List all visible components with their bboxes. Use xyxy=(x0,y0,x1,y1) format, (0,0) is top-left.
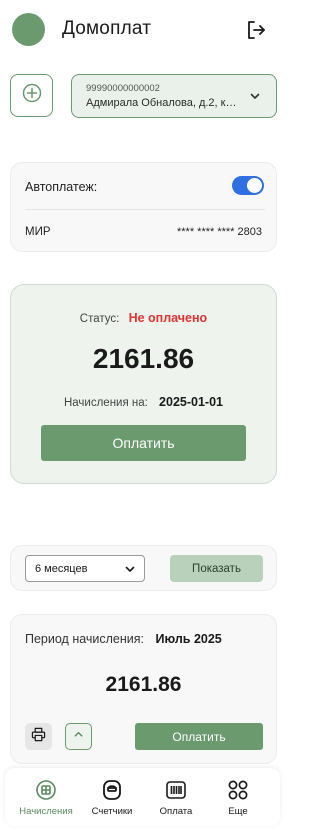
plus-circle-icon xyxy=(22,83,42,108)
chevron-up-icon xyxy=(72,728,85,746)
tab-label: Счетчики xyxy=(91,806,133,817)
bill-period-value: Июль 2025 xyxy=(155,632,222,646)
printer-icon xyxy=(31,727,46,747)
period-select[interactable]: 6 месяцев xyxy=(25,555,145,582)
tab-label: Еще xyxy=(228,806,248,817)
period-filter-card: 6 месяцев Показать xyxy=(10,545,277,591)
charges-date: 2025-01-01 xyxy=(159,395,223,409)
autopay-toggle[interactable] xyxy=(232,176,264,195)
status-row: Статус: Не оплачено xyxy=(11,311,276,325)
expand-button[interactable] xyxy=(65,723,92,750)
account-address: Адмирала Обналова, д.2, к… xyxy=(86,97,237,109)
autopay-label: Автоплатеж: xyxy=(25,180,98,194)
avatar[interactable] xyxy=(12,13,45,46)
app-title: Домоплат xyxy=(62,18,152,39)
status-label: Статус: xyxy=(79,313,120,325)
add-account-button[interactable] xyxy=(10,74,53,117)
status-badge: Не оплачено xyxy=(128,311,208,325)
chevron-down-icon xyxy=(123,562,137,576)
tab-label: Оплата xyxy=(159,806,193,817)
chevron-down-icon xyxy=(248,89,262,103)
card-brand: МИР xyxy=(25,226,51,238)
bill-period-row: Период начисления: Июль 2025 xyxy=(25,632,222,646)
more-icon xyxy=(226,778,250,802)
tab-meters[interactable]: Счетчики xyxy=(79,778,145,822)
payment-icon xyxy=(164,778,188,802)
bill-card: Период начисления: Июль 2025 2161.86 Опл… xyxy=(10,614,277,764)
bill-amount: 2161.86 xyxy=(105,673,182,696)
tab-accruals[interactable]: Начисления xyxy=(13,778,79,822)
bill-period-label: Период начисления: xyxy=(25,632,145,646)
status-card: Статус: Не оплачено 2161.86 Начисления н… xyxy=(10,284,277,484)
charges-row: Начисления на: 2025-01-01 xyxy=(11,395,276,409)
app-header: Домоплат xyxy=(0,0,285,60)
due-amount: 2161.86 xyxy=(92,343,195,374)
tab-more[interactable]: Еще xyxy=(205,778,271,822)
pay-button[interactable]: Оплатить xyxy=(41,425,246,461)
period-select-value: 6 месяцев xyxy=(35,563,88,575)
print-button[interactable] xyxy=(25,723,52,750)
account-select[interactable]: 99990000000002 Адмирала Обналова, д.2, к… xyxy=(71,74,277,118)
divider xyxy=(25,209,265,210)
tab-label: Начисления xyxy=(19,806,73,817)
autopay-card: Автоплатеж: МИР **** **** **** 2803 xyxy=(10,162,277,252)
card-number-mask: **** **** **** 2803 xyxy=(176,226,262,238)
show-button[interactable]: Показать xyxy=(170,555,263,582)
bill-pay-button[interactable]: Оплатить xyxy=(135,723,263,750)
meters-icon xyxy=(100,778,124,802)
tab-payment[interactable]: Оплата xyxy=(143,778,209,822)
logout-icon[interactable] xyxy=(244,18,268,42)
toggle-knob xyxy=(247,178,262,193)
bottom-tab-bar: Начисления Счетчики Оплата Еще xyxy=(5,768,280,826)
accruals-icon xyxy=(34,778,58,802)
charges-label: Начисления на: xyxy=(63,397,148,409)
account-number: 99990000000002 xyxy=(86,83,160,94)
home-indicator-area xyxy=(0,832,285,838)
